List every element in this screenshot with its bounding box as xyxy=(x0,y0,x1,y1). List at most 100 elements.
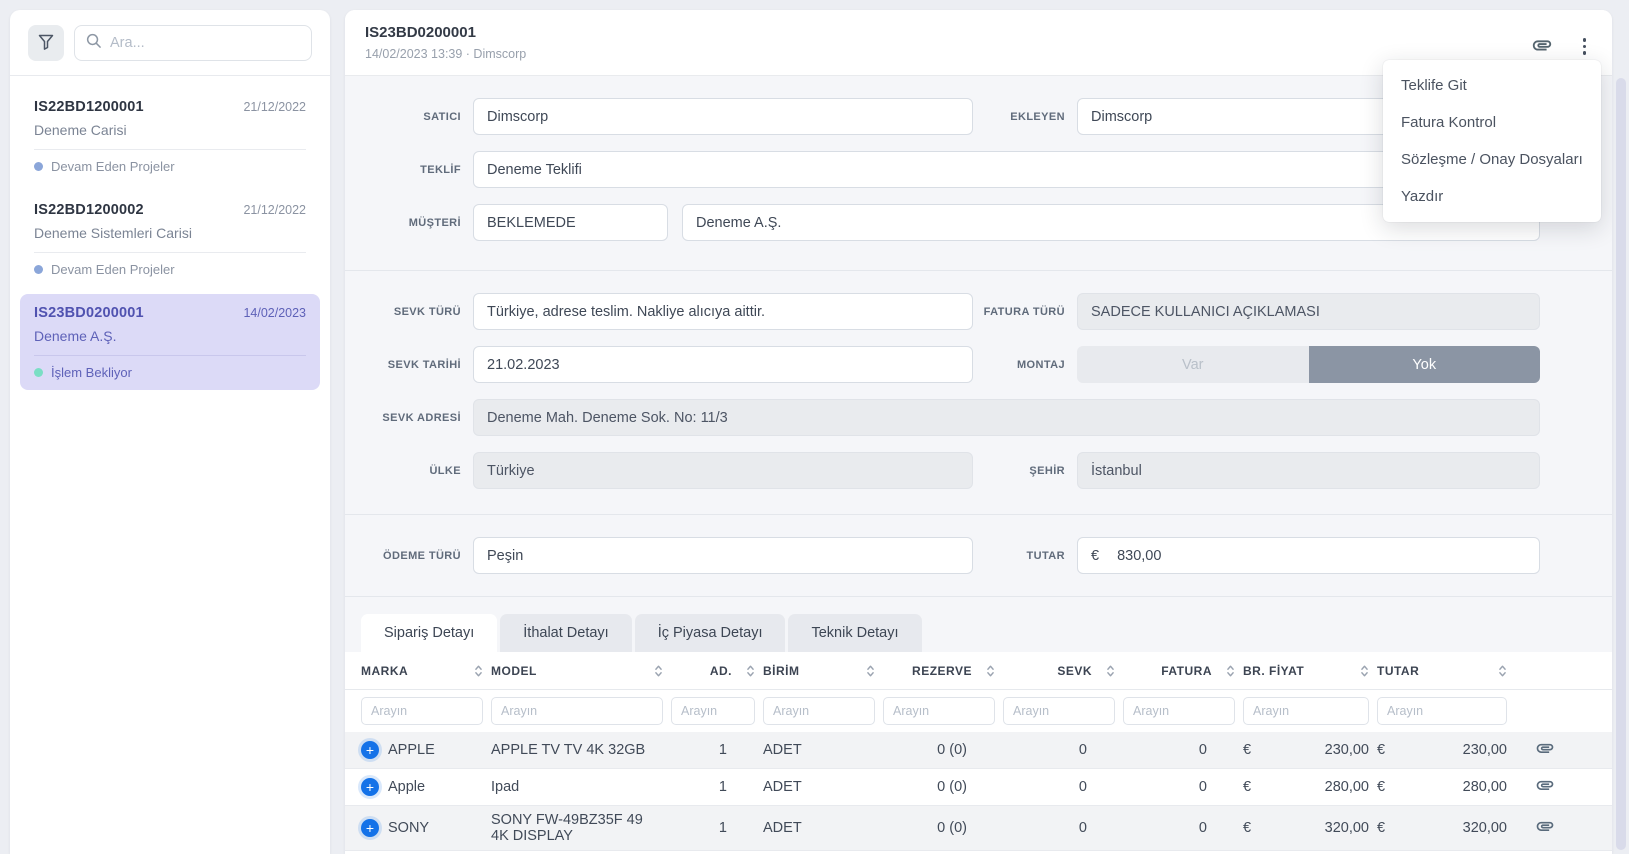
odeme-turu-field[interactable]: Peşin xyxy=(473,537,973,574)
cell-model: Ipad xyxy=(491,779,663,795)
teklif-field[interactable]: Deneme Teklifi xyxy=(473,151,1540,188)
status-label: Devam Eden Projeler xyxy=(51,262,175,277)
column-header-tutar[interactable]: TUTAR xyxy=(1377,664,1507,678)
odeme-turu-label: ÖDEME TÜRÜ xyxy=(345,550,461,562)
record-name: Deneme Carisi xyxy=(34,122,306,138)
status-dot-icon xyxy=(34,368,43,377)
sevk-adresi-field: Deneme Mah. Deneme Sok. No: 11/3 xyxy=(473,399,1540,436)
search-box[interactable] xyxy=(74,25,312,61)
tutar-field[interactable]: € 830,00 xyxy=(1077,537,1540,574)
cell-tutar: €280,00 xyxy=(1377,779,1507,795)
sevk-turu-label: SEVK TÜRÜ xyxy=(345,306,461,318)
cell-ad: 1 xyxy=(671,820,755,836)
column-header-sevk[interactable]: SEVK xyxy=(1003,664,1115,678)
sevk-turu-field[interactable]: Türkiye, adrese teslim. Nakliye alıcıya … xyxy=(473,293,973,330)
tutar-value: 830,00 xyxy=(1117,548,1161,564)
tab-teknik-detayi[interactable]: Teknik Detayı xyxy=(788,614,921,652)
filter-input-birim[interactable] xyxy=(763,697,875,725)
divider xyxy=(34,149,306,150)
record-status: Devam Eden Projeler xyxy=(34,262,306,277)
status-dot-icon xyxy=(34,162,43,171)
filter-input-ad[interactable] xyxy=(671,697,755,725)
filter-button[interactable] xyxy=(28,25,64,61)
order-items-table: MARKA MODEL AD. BİRİM REZERVE xyxy=(345,652,1612,851)
filter-input-fatura[interactable] xyxy=(1123,697,1235,725)
sort-icon xyxy=(1226,664,1235,678)
teklif-label: TEKLİF xyxy=(345,164,461,176)
column-header-birim[interactable]: BİRİM xyxy=(763,664,875,678)
tab-siparis-detayi[interactable]: Sipariş Detayı xyxy=(361,614,497,652)
montaj-label: MONTAJ xyxy=(973,359,1065,371)
tab-ithalat-detayi[interactable]: İthalat Detayı xyxy=(500,614,631,652)
form-section-payment: ÖDEME TÜRÜ Peşin TUTAR € 830,00 xyxy=(345,515,1612,597)
list-item[interactable]: IS22BD1200001 21/12/2022 Deneme Carisi D… xyxy=(20,88,320,184)
table-header-row: MARKA MODEL AD. BİRİM REZERVE xyxy=(345,652,1612,690)
menu-item-fatura-kontrol[interactable]: Fatura Kontrol xyxy=(1383,104,1601,141)
status-label: Devam Eden Projeler xyxy=(51,159,175,174)
filter-input-tutar[interactable] xyxy=(1377,697,1507,725)
record-code: IS22BD1200002 xyxy=(34,202,144,218)
satici-field[interactable]: Dimscorp xyxy=(473,98,973,135)
menu-item-yazdir[interactable]: Yazdır xyxy=(1383,178,1601,215)
list-item-selected[interactable]: IS23BD0200001 14/02/2023 Deneme A.Ş. İşl… xyxy=(20,294,320,390)
column-header-ad[interactable]: AD. xyxy=(671,664,755,678)
column-header-model[interactable]: MODEL xyxy=(491,664,663,678)
expand-row-icon[interactable]: + xyxy=(361,741,379,759)
sevk-adresi-label: SEVK ADRESİ xyxy=(345,412,461,424)
filter-input-rezerve[interactable] xyxy=(883,697,995,725)
attachments-button[interactable] xyxy=(1529,32,1555,61)
cell-br-fiyat: €320,00 xyxy=(1243,820,1369,836)
search-input[interactable] xyxy=(110,35,301,51)
status-label: İşlem Bekliyor xyxy=(51,365,132,380)
filter-input-marka[interactable] xyxy=(361,697,483,725)
sehir-field: İstanbul xyxy=(1077,452,1540,489)
montaj-option-yok[interactable]: Yok xyxy=(1309,346,1541,383)
sort-icon xyxy=(474,664,483,678)
menu-item-sozlesme-onay-dosyalari[interactable]: Sözleşme / Onay Dosyaları xyxy=(1383,141,1601,178)
filter-input-br-fiyat[interactable] xyxy=(1243,697,1369,725)
menu-item-teklife-git[interactable]: Teklife Git xyxy=(1383,67,1601,104)
montaj-option-var[interactable]: Var xyxy=(1077,346,1309,383)
sevk-tarihi-field[interactable]: 21.02.2023 xyxy=(473,346,973,383)
cell-fatura: 0 xyxy=(1123,742,1235,758)
column-header-br-fiyat[interactable]: BR. FİYAT xyxy=(1243,664,1369,678)
detail-tabs: Sipariş Detayı İthalat Detayı İç Piyasa … xyxy=(345,614,1612,652)
euro-symbol: € xyxy=(1091,548,1099,564)
record-date: 14/02/2023 xyxy=(243,306,306,320)
tab-ic-piyasa-detayi[interactable]: İç Piyasa Detayı xyxy=(635,614,786,652)
montaj-toggle[interactable]: Var Yok xyxy=(1077,346,1540,383)
filter-input-sevk[interactable] xyxy=(1003,697,1115,725)
column-header-marka[interactable]: MARKA xyxy=(361,664,483,678)
divider xyxy=(34,355,306,356)
expand-row-icon[interactable]: + xyxy=(361,778,379,796)
column-header-fatura[interactable]: FATURA xyxy=(1123,664,1235,678)
cell-rezerve: 0 (0) xyxy=(883,742,995,758)
fatura-turu-field: SADECE KULLANICI AÇIKLAMASI xyxy=(1077,293,1540,330)
column-header-rezerve[interactable]: REZERVE xyxy=(883,664,995,678)
record-status: İşlem Bekliyor xyxy=(34,365,306,380)
record-code: IS23BD0200001 xyxy=(34,305,144,321)
main-panel: IS23BD0200001 14/02/2023 13:39 · Dimscor… xyxy=(345,10,1612,854)
row-attachment-icon[interactable] xyxy=(1535,816,1555,840)
cell-marka: APPLE xyxy=(388,742,435,758)
record-date: 21/12/2022 xyxy=(243,100,306,114)
cell-rezerve: 0 (0) xyxy=(883,820,995,836)
cell-sevk: 0 xyxy=(1003,779,1115,795)
musteri-status-field[interactable]: BEKLEMEDE xyxy=(473,204,668,241)
vertical-scrollbar[interactable] xyxy=(1616,78,1626,850)
more-actions-button[interactable] xyxy=(1577,36,1593,57)
funnel-icon xyxy=(36,32,56,55)
search-icon xyxy=(85,32,102,54)
fatura-turu-label: FATURA TÜRÜ xyxy=(973,306,1065,318)
expand-row-icon[interactable]: + xyxy=(361,819,379,837)
table-filter-row xyxy=(345,690,1612,732)
ulke-field: Türkiye xyxy=(473,452,973,489)
cell-fatura: 0 xyxy=(1123,779,1235,795)
row-attachment-icon[interactable] xyxy=(1535,738,1555,762)
page-title: IS23BD0200001 xyxy=(365,24,1592,41)
row-attachment-icon[interactable] xyxy=(1535,775,1555,799)
list-item[interactable]: IS22BD1200002 21/12/2022 Deneme Sistemle… xyxy=(20,191,320,287)
satici-label: SATICI xyxy=(345,111,461,123)
filter-input-model[interactable] xyxy=(491,697,663,725)
page-subtitle: 14/02/2023 13:39 · Dimscorp xyxy=(365,47,1592,61)
